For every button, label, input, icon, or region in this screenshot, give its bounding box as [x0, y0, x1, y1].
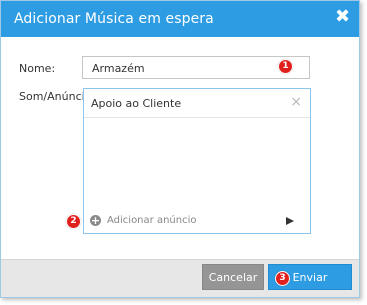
step-badge-1: 1	[278, 59, 293, 74]
add-ad-label[interactable]: Adicionar anúncio	[107, 215, 196, 226]
list-item[interactable]: Apoio ao Cliente ×	[84, 89, 310, 118]
dialog-title: Adicionar Música em espera	[14, 11, 214, 27]
remove-icon[interactable]: ×	[290, 95, 302, 109]
add-ad-row[interactable]: + Adicionar anúncio	[84, 211, 310, 233]
dialog-titlebar: Adicionar Música em espera ✖	[1, 1, 359, 37]
play-icon[interactable]	[286, 217, 294, 225]
plus-circle-icon[interactable]: +	[90, 215, 101, 226]
step-badge-3: 3	[275, 271, 290, 286]
name-label: Nome:	[19, 62, 56, 75]
close-icon[interactable]: ✖	[335, 7, 350, 27]
add-hold-music-dialog: Adicionar Música em espera ✖ Nome: Armaz…	[0, 0, 360, 298]
sound-ad-label: Som/Anúncio	[19, 90, 83, 103]
step-badge-2: 2	[66, 214, 81, 229]
ad-item-label: Apoio ao Cliente	[91, 97, 182, 110]
cancel-button[interactable]: Cancelar	[202, 264, 264, 290]
name-input[interactable]: Armazém	[82, 56, 310, 79]
ads-list-panel: Apoio ao Cliente × + Adicionar anúncio	[83, 88, 311, 234]
